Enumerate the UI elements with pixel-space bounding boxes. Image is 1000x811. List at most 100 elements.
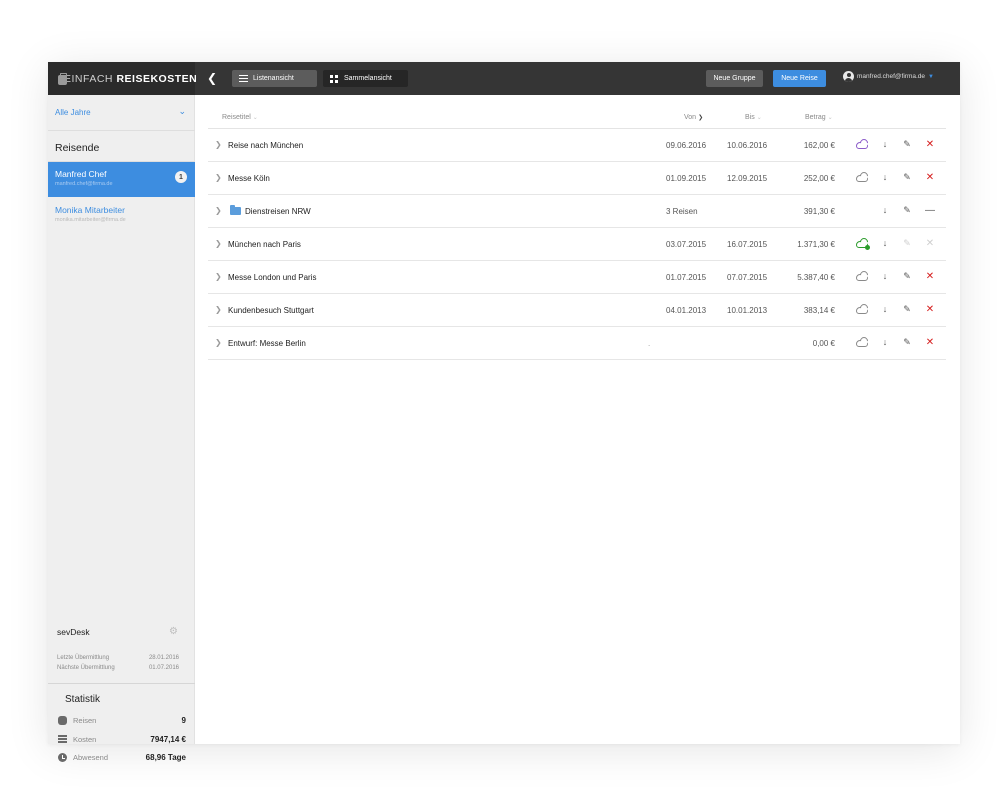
last-transmission-value: 28.01.2016 — [148, 655, 179, 661]
header-title[interactable]: Reisetitel ⌄ — [222, 114, 258, 121]
app-window: EINFACH REISEKOSTEN ❮ Listenansicht Samm… — [48, 62, 960, 762]
divider — [48, 683, 195, 684]
edit-icon[interactable]: ✎ — [901, 139, 913, 150]
traveler-item-manfred[interactable]: Manfred Chef manfred.chef@firma.de 1 — [48, 162, 195, 197]
trip-from: 09.06.2016 — [666, 141, 707, 150]
expand-chevron-icon[interactable]: ❯ — [215, 338, 222, 347]
user-avatar-icon — [843, 71, 854, 82]
trip-title: Entwurf: Messe Berlin — [228, 339, 306, 348]
expand-chevron-icon[interactable]: ❯ — [215, 272, 222, 281]
trip-to: 07.07.2015 — [727, 273, 768, 282]
header-from[interactable]: Von ❯ — [684, 114, 703, 121]
expand-chevron-icon[interactable]: ❯ — [215, 140, 222, 149]
edit-icon[interactable]: ✎ — [901, 304, 913, 315]
expand-chevron-icon[interactable]: ❯ — [215, 239, 222, 248]
table-row[interactable]: ❯ München nach Paris 03.07.2015 16.07.20… — [208, 228, 946, 261]
user-email: manfred.chef@firma.de — [857, 73, 926, 80]
delete-icon: ✕ — [925, 238, 935, 249]
cloud-sync-icon[interactable] — [856, 139, 868, 149]
trip-to: 16.07.2015 — [727, 240, 768, 249]
traveler-name: Manfred Chef — [55, 169, 107, 179]
traveler-item-monika[interactable]: Monika Mitarbeiter monika.mitarbeiter@fi… — [48, 198, 195, 233]
table-row[interactable]: ❯ Messe Köln 01.09.2015 12.09.2015 252,0… — [208, 162, 946, 195]
stat-label: Kosten — [73, 735, 97, 744]
expand-chevron-icon[interactable]: ❯ — [215, 206, 222, 215]
download-icon[interactable]: ↓ — [879, 238, 891, 248]
download-icon[interactable]: ↓ — [879, 139, 891, 149]
expand-chevron-icon[interactable]: ❯ — [215, 173, 222, 182]
brand-text: EINFACH REISEKOSTEN — [64, 72, 198, 85]
download-icon[interactable]: ↓ — [879, 337, 891, 347]
download-icon[interactable]: ↓ — [879, 304, 891, 314]
delete-icon[interactable]: ✕ — [924, 271, 936, 282]
new-trip-button[interactable]: Neue Reise — [773, 70, 826, 87]
trip-from: . — [648, 339, 651, 348]
cloud-upload-icon[interactable] — [856, 172, 868, 182]
chevron-down-icon: ⌄ — [178, 106, 186, 116]
folder-icon — [230, 205, 241, 215]
collect-view-button[interactable]: Sammelansicht — [323, 70, 408, 87]
gear-icon[interactable]: ⚙ — [169, 626, 178, 637]
stat-costs: Kosten 7947,14 € — [58, 735, 186, 744]
cloud-upload-icon[interactable] — [856, 304, 868, 314]
download-icon[interactable]: ↓ — [879, 271, 891, 281]
clock-icon — [58, 753, 67, 762]
list-icon — [239, 75, 248, 82]
next-transmission-row: Nächste Übermittlung 01.07.2016 — [57, 665, 179, 671]
minus-icon[interactable]: — — [924, 205, 936, 216]
top-bar: EINFACH REISEKOSTEN ❮ Listenansicht Samm… — [48, 62, 960, 95]
expand-chevron-icon[interactable]: ❯ — [215, 305, 222, 314]
new-group-button[interactable]: Neue Gruppe — [706, 70, 763, 87]
delete-icon[interactable]: ✕ — [924, 337, 936, 348]
trip-title: Kundenbesuch Stuttgart — [228, 306, 314, 315]
next-transmission-label: Nächste Übermittlung — [57, 665, 115, 671]
table-row[interactable]: ❯ Reise nach München 09.06.2016 10.06.20… — [208, 129, 946, 162]
download-icon[interactable]: ↓ — [879, 205, 891, 215]
year-filter-value: Alle Jahre — [55, 108, 91, 117]
table-header: Reisetitel ⌄ Von ❯ Bis ⌄ Betrag ⌄ — [208, 95, 946, 129]
next-transmission-value: 01.07.2016 — [148, 665, 179, 671]
grid-icon — [330, 74, 338, 83]
collect-view-label: Sammelansicht — [344, 75, 392, 82]
year-filter-select[interactable]: Alle Jahre ⌄ — [48, 95, 195, 131]
caret-down-icon: ▼ — [928, 73, 934, 80]
brand-logo[interactable]: EINFACH REISEKOSTEN — [48, 62, 198, 95]
delete-icon[interactable]: ✕ — [924, 172, 936, 183]
edit-icon: ✎ — [903, 238, 911, 248]
edit-icon[interactable]: ✎ — [901, 172, 913, 183]
trip-to: 10.01.2013 — [727, 306, 768, 315]
table-row[interactable]: ❯ Messe London und Paris 01.07.2015 07.0… — [208, 261, 946, 294]
user-menu[interactable]: manfred.chef@firma.de ▼ — [843, 71, 934, 82]
stat-label: Abwesend — [73, 753, 109, 762]
edit-icon[interactable]: ✎ — [901, 205, 913, 216]
count-badge: 1 — [175, 171, 187, 183]
header-amount[interactable]: Betrag ⌄ — [805, 114, 833, 121]
download-icon[interactable]: ↓ — [879, 172, 891, 182]
delete-icon[interactable]: ✕ — [924, 139, 936, 150]
stat-absent: Abwesend 68,96 Tage — [58, 753, 186, 762]
trip-to: 12.09.2015 — [727, 174, 768, 183]
cloud-upload-icon[interactable] — [856, 271, 868, 281]
table-row[interactable]: ❯ Kundenbesuch Stuttgart 04.01.2013 10.0… — [208, 294, 946, 327]
list-view-button[interactable]: Listenansicht — [232, 70, 317, 87]
stat-value: 7947,14 € — [150, 735, 186, 744]
cloud-upload-icon[interactable] — [856, 337, 868, 347]
list-view-label: Listenansicht — [253, 75, 294, 82]
table-row-group[interactable]: ❯ Dienstreisen NRW 3 Reisen 391,30 € ↓ ✎… — [208, 195, 946, 228]
cloud-synced-icon[interactable] — [856, 238, 870, 250]
stat-value: 68,96 Tage — [145, 753, 186, 762]
stats-heading: Statistik — [65, 694, 101, 705]
trip-title: Reise nach München — [228, 141, 304, 150]
trip-table: Reisetitel ⌄ Von ❯ Bis ⌄ Betrag ⌄ ❯ Reise na… — [195, 95, 960, 744]
sevdesk-info: Letzte Übermittlung 28.01.2016 Nächste Ü… — [57, 655, 179, 671]
trip-amount: 252,00 € — [803, 174, 835, 183]
travelers-heading: Reisende — [55, 142, 100, 154]
back-chevron-icon[interactable]: ❮ — [207, 71, 217, 85]
edit-icon[interactable]: ✎ — [901, 271, 913, 282]
delete-icon[interactable]: ✕ — [924, 304, 936, 315]
header-to[interactable]: Bis ⌄ — [745, 114, 762, 121]
table-row[interactable]: ❯ Entwurf: Messe Berlin . 0,00 € ↓ ✎ ✕ — [208, 327, 946, 360]
traveler-email: monika.mitarbeiter@firma.de — [55, 217, 126, 223]
sevdesk-title: sevDesk — [57, 627, 90, 637]
edit-icon[interactable]: ✎ — [901, 337, 913, 348]
